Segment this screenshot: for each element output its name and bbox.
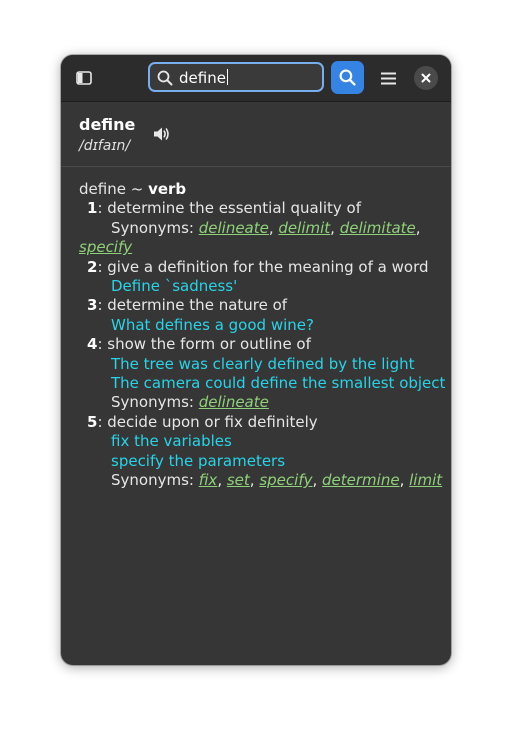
sense-number: 1 (87, 199, 98, 218)
synonym-link[interactable]: fix (199, 471, 218, 489)
synonym-link[interactable]: delimitate (340, 219, 416, 237)
sense-4: 4: show the form or outline of (79, 335, 439, 354)
synonym-link[interactable]: specify (79, 238, 132, 256)
entry-word: define (79, 180, 126, 198)
part-of-speech: verb (148, 180, 187, 198)
synonyms-label: Synonyms: (111, 471, 194, 490)
synonyms-label: Synonyms: (111, 218, 194, 237)
main-menu-button[interactable] (373, 63, 403, 93)
sense-definition: : give a definition for the meaning of a… (97, 257, 429, 276)
synonyms-label: Synonyms: (111, 393, 194, 412)
sense-definition: : determine the nature of (97, 296, 288, 315)
synonym-link[interactable]: delineate (199, 393, 269, 411)
example-text: Define `sadness' (111, 277, 238, 296)
sense-number: 3 (87, 296, 98, 315)
synonyms-row: Synonyms: delineate, delimit, delimitate… (79, 218, 421, 257)
example-text: specify the parameters (111, 451, 286, 470)
speaker-icon (154, 127, 169, 141)
sense-2: 2: give a definition for the meaning of … (79, 258, 439, 277)
example-text: The camera could define the smallest obj… (111, 374, 446, 393)
search-input[interactable]: define (148, 62, 324, 92)
synonym-link[interactable]: specify (259, 471, 312, 489)
sense-3: 3: determine the nature of (79, 296, 439, 315)
synonyms-row: Synonyms: fix, set, specify, determine, … (111, 471, 443, 490)
pronunciation: /dɪfaɪn/ (79, 138, 131, 154)
hamburger-menu-icon (380, 72, 396, 84)
synonyms-row: Synonyms: delineate (79, 393, 439, 412)
header-bar: define (61, 55, 451, 102)
headword: define (79, 115, 136, 134)
sense-number: 2 (87, 257, 98, 276)
synonym-link[interactable]: limit (409, 471, 442, 489)
sense-number: 4 (87, 335, 98, 354)
search-icon (157, 70, 173, 86)
synonym-link[interactable]: set (227, 471, 250, 489)
pronounce-button[interactable] (153, 126, 171, 146)
word-header: define /dɪfaɪn/ (61, 102, 451, 167)
sense-definition: : determine the essential quality of (97, 199, 361, 218)
entry-separator: ~ (130, 180, 144, 198)
sense-1: 1: determine the essential quality of (79, 199, 439, 218)
search-button[interactable] (331, 61, 364, 94)
example-text: What defines a good wine? (111, 315, 314, 334)
sense-number: 5 (87, 412, 98, 431)
synonym-link[interactable]: determine (322, 471, 400, 489)
entry-heading: define ~ verb (79, 180, 439, 199)
sidebar-toggle-icon (76, 71, 92, 85)
sense-definition: : decide upon or fix definitely (97, 412, 318, 431)
example-text: fix the variables (111, 432, 232, 451)
synonym-link[interactable]: delimit (278, 219, 330, 237)
sense-definition: : show the form or outline of (97, 335, 311, 354)
example-text: The tree was clearly defined by the ligh… (111, 354, 415, 373)
sidebar-toggle-button[interactable] (69, 63, 99, 93)
dictionary-window: define define /dɪfaɪn/ define ~ verb 1: … (61, 55, 451, 665)
definitions-view: define ~ verb 1: determine the essential… (79, 180, 446, 491)
synonym-link[interactable]: delineate (199, 219, 269, 237)
search-input-value: define (179, 69, 226, 87)
text-caret (226, 69, 228, 85)
close-icon (421, 73, 431, 83)
close-button[interactable] (414, 66, 438, 90)
search-icon (339, 69, 356, 86)
sense-5: 5: decide upon or fix definitely (79, 413, 439, 432)
